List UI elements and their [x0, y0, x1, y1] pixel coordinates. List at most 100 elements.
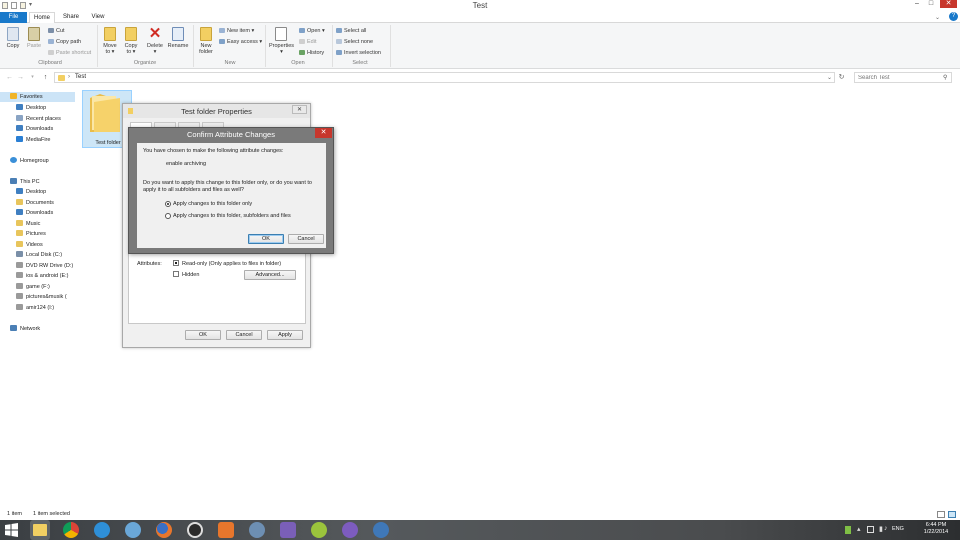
properties-apply-button[interactable]: Apply — [267, 330, 303, 340]
nav-pc-pictures[interactable]: Pictures — [0, 229, 75, 239]
nav-pc-dvd-drive[interactable]: DVD RW Drive (D:) — [0, 261, 75, 271]
delete-button[interactable]: ✕ Delete ▾ — [146, 26, 164, 55]
recent-locations-button[interactable]: ▾ — [28, 73, 37, 82]
rename-button[interactable]: Rename — [167, 27, 189, 49]
nav-pc-desktop[interactable]: Desktop — [0, 187, 75, 197]
tray-app-icon[interactable] — [845, 526, 851, 534]
new-item-icon — [219, 28, 225, 34]
nav-pc-local-disk-c[interactable]: Local Disk (C:) — [0, 250, 75, 260]
radio-folder-subfolders-label[interactable]: Apply changes to this folder, subfolders… — [173, 213, 291, 220]
advanced-button[interactable]: Advanced... — [244, 270, 296, 280]
search-input[interactable] — [855, 73, 937, 82]
paste-button[interactable]: Paste — [26, 27, 42, 49]
copy-to-button[interactable]: Copy to ▾ — [123, 27, 139, 55]
edit-button[interactable]: Edit — [299, 39, 316, 45]
minimize-button[interactable]: – — [910, 0, 924, 8]
firefox-icon[interactable] — [156, 522, 172, 538]
copy-button[interactable]: Copy — [6, 27, 20, 49]
tab-view[interactable]: View — [87, 12, 109, 23]
nav-pc-drive-i[interactable]: amir124 (I:) — [0, 303, 75, 313]
forward-button[interactable]: → — [16, 73, 25, 82]
clock[interactable]: 6:44 PM 1/22/2014 — [915, 522, 957, 536]
start-button[interactable] — [4, 523, 19, 537]
select-none-button[interactable]: Select none — [336, 39, 373, 45]
media-app-icon[interactable] — [187, 522, 203, 538]
nav-fav-desktop[interactable]: Desktop — [0, 103, 75, 113]
download-manager-icon[interactable] — [249, 522, 265, 538]
select-all-button[interactable]: Select all — [336, 28, 366, 34]
confirm-ok-button[interactable]: OK — [248, 234, 284, 244]
new-item-button[interactable]: New item ▾ — [219, 28, 254, 34]
easy-access-button[interactable]: Easy access ▾ — [219, 39, 262, 45]
history-button[interactable]: History — [299, 50, 324, 56]
tab-home[interactable]: Home — [29, 12, 55, 23]
tab-file[interactable]: File — [0, 12, 27, 23]
copy-path-button[interactable]: Copy path — [48, 39, 81, 45]
android-app-icon[interactable] — [311, 522, 327, 538]
network-app-icon[interactable] — [373, 522, 389, 538]
move-to-button[interactable]: Move to ▾ — [102, 27, 118, 55]
refresh-icon[interactable]: ↻ — [837, 73, 846, 82]
properties-close-button[interactable]: ✕ — [292, 105, 307, 114]
new-folder-button[interactable]: New folder — [198, 27, 214, 55]
address-dropdown-icon[interactable]: ⌄ — [827, 74, 832, 81]
nav-fav-recent-places[interactable]: Recent places — [0, 114, 75, 124]
viber-icon[interactable] — [342, 522, 358, 538]
volume-icon[interactable]: ♪ — [884, 525, 888, 532]
close-button[interactable]: ✕ — [940, 0, 957, 8]
details-view-icon[interactable] — [937, 511, 945, 518]
radio-folder-subfolders[interactable] — [165, 213, 171, 219]
breadcrumb-current[interactable]: Test — [75, 74, 86, 80]
radio-folder-only[interactable] — [165, 201, 171, 207]
confirm-close-button[interactable]: ✕ — [315, 128, 332, 138]
nav-fav-mediafire[interactable]: MediaFire — [0, 135, 75, 145]
network-tray-icon[interactable]: ▮ — [879, 525, 883, 533]
chrome-icon[interactable] — [63, 522, 79, 538]
confirm-change-text: enable archiving — [166, 161, 207, 167]
cut-label: Cut — [56, 28, 65, 34]
tray-expand-icon[interactable]: ▴ — [857, 525, 861, 533]
cut-button[interactable]: Cut — [48, 28, 65, 34]
readonly-checkbox[interactable] — [173, 260, 179, 266]
up-button[interactable]: ↑ — [41, 73, 50, 82]
paste-shortcut-button[interactable]: Paste shortcut — [48, 50, 91, 56]
maximize-button[interactable]: □ — [924, 0, 938, 8]
tab-share[interactable]: Share — [58, 12, 84, 23]
radio-folder-only-label[interactable]: Apply changes to this folder only — [173, 201, 252, 208]
invert-selection-button[interactable]: Invert selection — [336, 50, 381, 56]
nav-fav-downloads[interactable]: Downloads — [0, 124, 75, 134]
properties-cancel-button[interactable]: Cancel — [226, 330, 262, 340]
hidden-checkbox[interactable] — [173, 271, 179, 277]
language-indicator[interactable]: ENG — [892, 526, 904, 532]
bird-app-icon[interactable] — [125, 522, 141, 538]
nav-this-pc[interactable]: This PC — [0, 177, 75, 187]
ribbon-expand-icon[interactable]: ⌄ — [935, 14, 940, 21]
nav-pc-videos[interactable]: Videos — [0, 240, 75, 250]
address-field[interactable]: › Test ⌄ — [54, 72, 835, 83]
confirm-cancel-button[interactable]: Cancel — [288, 234, 324, 244]
properties-button[interactable]: Properties ▾ — [268, 27, 295, 55]
open-button[interactable]: Open ▾ — [299, 28, 325, 34]
nav-pc-music[interactable]: Music — [0, 219, 75, 229]
power-app-icon[interactable] — [218, 522, 234, 538]
search-box[interactable]: ⚲ — [854, 72, 952, 83]
back-button[interactable]: ← — [5, 73, 14, 82]
large-icons-view-icon[interactable] — [948, 511, 956, 518]
action-center-icon[interactable] — [867, 526, 874, 533]
nav-homegroup[interactable]: Homegroup — [0, 156, 75, 166]
nav-pc-documents[interactable]: Documents — [0, 198, 75, 208]
nav-favorites[interactable]: Favorites — [0, 92, 75, 102]
search-icon[interactable]: ⚲ — [943, 74, 947, 81]
visual-studio-icon[interactable] — [280, 522, 296, 538]
nav-pc-drive-e[interactable]: ios & android (E:) — [0, 271, 75, 281]
help-icon[interactable]: ? — [949, 12, 958, 21]
properties-ok-button[interactable]: OK — [185, 330, 221, 340]
nav-network[interactable]: Network — [0, 324, 75, 334]
nav-pc-drive-pictures-musik[interactable]: pictures&musik ( — [0, 292, 75, 302]
file-explorer-taskbar-button[interactable] — [30, 520, 50, 540]
computer-icon — [10, 178, 17, 184]
nav-pc-downloads[interactable]: Downloads — [0, 208, 75, 218]
nav-pc-drive-f[interactable]: game (F:) — [0, 282, 75, 292]
internet-explorer-icon[interactable] — [94, 522, 110, 538]
nav-item-label: Desktop — [26, 105, 47, 111]
